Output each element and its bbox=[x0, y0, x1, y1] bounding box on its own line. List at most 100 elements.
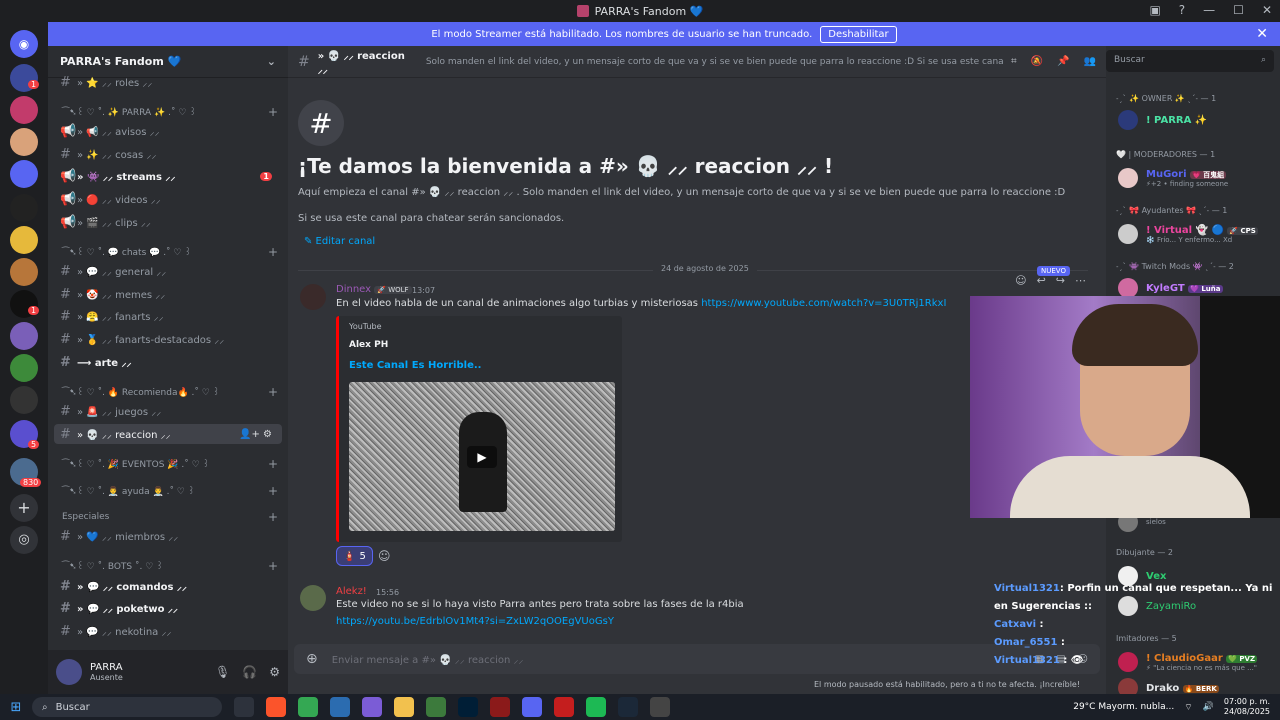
category-header[interactable]: ⁀➷꒰ ♡ ˚. 🔥 Recomienda🔥 .˚ ♡ ꒱ + bbox=[62, 384, 282, 400]
avatar[interactable] bbox=[300, 284, 326, 310]
clock[interactable]: 07:00 p. m. 24/08/2025 bbox=[1224, 697, 1270, 717]
channel-item[interactable]: 📢» 🎬 ⸝⸝ clips ⸝⸝ bbox=[54, 212, 282, 232]
weather-widget[interactable]: 29°C Mayorm. nubla... bbox=[1073, 702, 1174, 712]
member-item[interactable]: MuGori 💗 百鬼組 ⚡+2 • finding someone bbox=[1118, 166, 1278, 190]
message-link[interactable]: https://www.youtube.com/watch?v=3U0TRj1R… bbox=[701, 298, 946, 309]
members-icon[interactable]: 👥 bbox=[1084, 56, 1096, 67]
server-folder-icon[interactable] bbox=[10, 160, 38, 188]
close-window-button[interactable]: ✕ bbox=[1262, 3, 1272, 17]
windows-start-icon[interactable]: ⊞ bbox=[0, 700, 32, 715]
server-avatar[interactable] bbox=[10, 354, 38, 382]
headphones-icon[interactable]: 🎧 bbox=[242, 665, 257, 679]
embed-author[interactable]: Alex PH bbox=[349, 340, 388, 350]
message-author[interactable]: Alekz! bbox=[336, 586, 367, 597]
channel-item[interactable]: #» ⭐ ⸝⸝ roles ⸝⸝ bbox=[54, 72, 282, 92]
add-reaction-icon[interactable]: ☺ bbox=[378, 549, 391, 563]
obs-icon[interactable] bbox=[650, 697, 670, 717]
brave-icon[interactable] bbox=[266, 697, 286, 717]
server-avatar[interactable] bbox=[10, 386, 38, 414]
member-item[interactable]: Drako 🔥 BERK bbox=[1118, 676, 1278, 694]
add-channel-icon[interactable]: + bbox=[268, 105, 278, 119]
category-header[interactable]: ⁀➷꒰ ♡ ˚. BOTS ˚. ♡ ꒱ + bbox=[62, 558, 282, 574]
add-attachment-icon[interactable]: ⊕ bbox=[306, 651, 318, 667]
add-channel-icon[interactable]: + bbox=[268, 457, 278, 471]
minimize-button[interactable]: — bbox=[1203, 3, 1215, 17]
disable-streamer-button[interactable]: Deshabilitar bbox=[820, 25, 897, 43]
file-explorer-icon[interactable] bbox=[394, 697, 414, 717]
channel-item[interactable]: 📢» 📢 ⸝⸝ avisos ⸝⸝ bbox=[54, 121, 282, 141]
server-avatar[interactable] bbox=[10, 194, 38, 222]
wifi-icon[interactable]: ⌔ bbox=[1184, 702, 1192, 713]
more-icon[interactable]: ⋯ bbox=[1075, 274, 1086, 287]
server-avatar[interactable] bbox=[10, 226, 38, 254]
channel-item[interactable]: #» 💬 ⸝⸝ poketwo ⸝⸝ bbox=[54, 598, 282, 618]
category-header[interactable]: Especiales + bbox=[62, 509, 282, 525]
member-item[interactable]: ! Virtual 👻 🔵 🚀 CPS ❄️ Frío... Y enfermo.… bbox=[1118, 222, 1278, 246]
app-icon[interactable] bbox=[490, 697, 510, 717]
discord-home-icon[interactable]: ◉ bbox=[10, 30, 38, 58]
category-header[interactable]: ⁀➷꒰ ♡ ˚. 👨‍⚕️ ayuda 👨‍⚕️ .˚ ♡ ꒱ + bbox=[62, 483, 282, 499]
add-channel-icon[interactable]: + bbox=[268, 385, 278, 399]
channel-item[interactable]: #» 💬 ⸝⸝ nekotina ⸝⸝ bbox=[54, 621, 282, 641]
taskbar-search[interactable]: ⌕ Buscar bbox=[32, 697, 222, 717]
app-icon[interactable] bbox=[330, 697, 350, 717]
explore-icon[interactable]: ◎ bbox=[10, 526, 38, 554]
message-author[interactable]: Dinnex 🚀 WOLF bbox=[336, 284, 412, 295]
app-icon[interactable] bbox=[362, 697, 382, 717]
channel-item[interactable]: #» ✨ ⸝⸝ cosas ⸝⸝ bbox=[54, 144, 282, 164]
play-icon[interactable]: ▶ bbox=[467, 446, 497, 468]
add-channel-icon[interactable]: + bbox=[268, 510, 278, 524]
reaction-pill[interactable]: 🧯 5 bbox=[336, 546, 373, 566]
channel-item[interactable]: 📢» 🔴 ⸝⸝ videos ⸝⸝ bbox=[54, 189, 282, 209]
spotify-icon[interactable] bbox=[586, 697, 606, 717]
gear-icon[interactable]: ⚙ bbox=[269, 665, 280, 679]
inbox-icon[interactable]: ▣ bbox=[1149, 3, 1160, 17]
photoshop-icon[interactable] bbox=[458, 697, 478, 717]
reaction-icon[interactable]: ☺ bbox=[1015, 274, 1026, 287]
video-thumbnail[interactable]: ▶ bbox=[349, 382, 615, 531]
mute-icon[interactable]: 🔕 bbox=[1031, 56, 1043, 67]
channel-item[interactable]: #» 💙 ⸝⸝ miembros ⸝⸝ bbox=[54, 526, 282, 546]
channel-item[interactable]: #» 🚨 ⸝⸝ juegos ⸝⸝ bbox=[54, 401, 282, 421]
message-link[interactable]: https://youtu.be/EdrblOv1Mt4?si=ZxLW2qOO… bbox=[336, 616, 614, 627]
opera-icon[interactable] bbox=[554, 697, 574, 717]
maximize-button[interactable]: ☐ bbox=[1233, 3, 1244, 17]
channel-item[interactable]: #» 🥇 ⸝⸝ fanarts-destacados ⸝⸝ bbox=[54, 329, 282, 349]
add-channel-icon[interactable]: + bbox=[268, 245, 278, 259]
avatar[interactable] bbox=[56, 659, 82, 685]
server-avatar[interactable] bbox=[10, 322, 38, 350]
forward-icon[interactable]: ↪ bbox=[1056, 274, 1065, 287]
server-avatar[interactable] bbox=[10, 96, 38, 124]
discord-icon[interactable] bbox=[522, 697, 542, 717]
close-banner-icon[interactable]: ✕ bbox=[1256, 26, 1268, 42]
channel-item-active[interactable]: #» 💀 ⸝⸝ reaccion ⸝⸝ 👤+ ⚙ bbox=[54, 424, 282, 444]
message-composer[interactable]: ⊕ Enviar mensaje a #» 💀 ⸝⸝ reaccion ⸝⸝ ▦… bbox=[294, 644, 1100, 674]
channel-item[interactable]: #» 💬 ⸝⸝ comandos ⸝⸝ bbox=[54, 576, 282, 596]
channel-topic[interactable]: Solo manden el link del video, y un mens… bbox=[426, 57, 1003, 67]
threads-icon[interactable]: ⌗ bbox=[1011, 56, 1017, 67]
channel-item[interactable]: #» 💬 ⸝⸝ general ⸝⸝ bbox=[54, 261, 282, 281]
composer-placeholder[interactable]: Enviar mensaje a #» 💀 ⸝⸝ reaccion ⸝⸝ bbox=[332, 652, 524, 666]
edit-channel-link[interactable]: ✎ Editar canal bbox=[304, 236, 375, 247]
member-item[interactable]: ! PARRA ✨ bbox=[1118, 108, 1278, 132]
category-header[interactable]: ⁀➷꒰ ♡ ˚. 💬 chats 💬 .˚ ♡ ꒱ + bbox=[62, 244, 282, 260]
avatar[interactable] bbox=[300, 585, 326, 611]
add-server-icon[interactable]: + bbox=[10, 494, 38, 522]
category-header[interactable]: ⁀➷꒰ ♡ ˚. 🎉 EVENTOS 🎉 .˚ ♡ ꒱ + bbox=[62, 456, 282, 472]
add-channel-icon[interactable]: + bbox=[268, 559, 278, 573]
channel-settings-icon[interactable]: 👤+ ⚙ bbox=[239, 429, 272, 440]
channel-item[interactable]: # ⟶ arte ⸝⸝ bbox=[54, 352, 282, 372]
category-header[interactable]: ⁀➷꒰ ♡ ˚. ✨ PARRA ✨ .˚ ♡ ꒱ + bbox=[62, 104, 282, 120]
embed-title[interactable]: Este Canal Es Horrible.. bbox=[349, 360, 481, 371]
volume-icon[interactable]: 🔊 bbox=[1203, 702, 1214, 712]
add-channel-icon[interactable]: + bbox=[268, 484, 278, 498]
pin-icon[interactable]: 📌 bbox=[1057, 56, 1069, 67]
chrome-icon[interactable] bbox=[298, 697, 318, 717]
microphone-icon[interactable]: 🎙 bbox=[215, 665, 230, 679]
task-view-icon[interactable] bbox=[234, 697, 254, 717]
help-icon[interactable]: ? bbox=[1179, 3, 1185, 17]
steam-icon[interactable] bbox=[618, 697, 638, 717]
search-input[interactable]: Buscar ⌕ bbox=[1106, 50, 1274, 72]
store-icon[interactable] bbox=[426, 697, 446, 717]
channel-item[interactable]: 📢» 👾 ⸝⸝ streams ⸝⸝ 1 bbox=[54, 166, 282, 186]
